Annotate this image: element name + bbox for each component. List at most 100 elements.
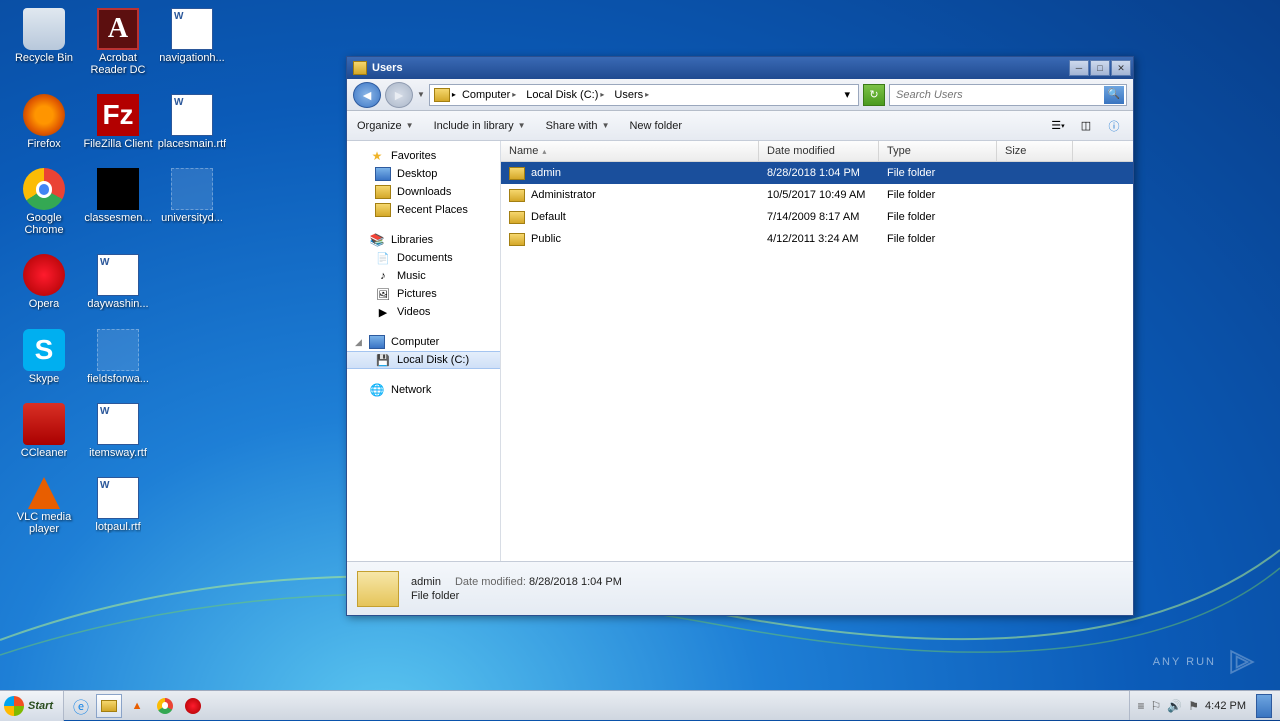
table-row[interactable]: Public4/12/2011 3:24 AMFile folder xyxy=(501,228,1133,250)
details-name: admin xyxy=(411,576,441,588)
minimize-button[interactable]: ─ xyxy=(1069,60,1089,76)
sidebar: ★Favorites Desktop Downloads Recent Plac… xyxy=(347,141,501,561)
search-input[interactable] xyxy=(892,89,1104,101)
col-type[interactable]: Type xyxy=(879,141,997,161)
opera-icon xyxy=(23,254,65,296)
window-title: Users xyxy=(372,62,1069,74)
word-icon xyxy=(171,8,213,50)
show-desktop-button[interactable] xyxy=(1256,694,1272,718)
desktop-icon-google-chrome[interactable]: Google Chrome xyxy=(8,168,80,236)
close-button[interactable]: ✕ xyxy=(1111,60,1131,76)
forward-button[interactable]: ► xyxy=(385,82,413,108)
explorer-window: Users ─ □ ✕ ◄ ► ▼ ▸ Computer▸ Local Disk… xyxy=(346,56,1134,616)
desktop-icon-acrobat-reader-dc[interactable]: AAcrobat Reader DC xyxy=(82,8,154,76)
folder-icon xyxy=(357,571,399,607)
blank-light-icon xyxy=(171,168,213,210)
new-folder-button[interactable]: New folder xyxy=(629,120,682,132)
desktop-icon-navigationh-[interactable]: navigationh... xyxy=(156,8,228,76)
watermark: ANY RUN xyxy=(1153,644,1260,680)
tray-volume-icon[interactable]: 🔊 xyxy=(1167,699,1182,713)
sidebar-item-recent[interactable]: Recent Places xyxy=(347,201,500,219)
task-vlc[interactable]: ▲ xyxy=(124,694,150,718)
desktop-icon-filezilla-client[interactable]: FzFileZilla Client xyxy=(82,94,154,150)
toolbar: Organize▼ Include in library▼ Share with… xyxy=(347,111,1133,141)
sidebar-network[interactable]: 🌐Network xyxy=(347,381,500,399)
sidebar-computer[interactable]: ◢Computer xyxy=(347,333,500,351)
col-extra[interactable] xyxy=(1073,141,1133,161)
desktop: Recycle BinAAcrobat Reader DCnavigationh… xyxy=(0,0,1280,720)
navbar: ◄ ► ▼ ▸ Computer▸ Local Disk (C:)▸ Users… xyxy=(347,79,1133,111)
desktop-icon-daywashin-[interactable]: daywashin... xyxy=(82,254,154,310)
sidebar-item-music[interactable]: ♪Music xyxy=(347,267,500,285)
breadcrumb[interactable]: ▸ Computer▸ Local Disk (C:)▸ Users▸ ▾ xyxy=(429,84,859,106)
tray-expand-icon[interactable]: ≡ xyxy=(1138,699,1145,713)
sidebar-item-pictures[interactable]: 🖼Pictures xyxy=(347,285,500,303)
folder-icon xyxy=(509,211,525,224)
col-size[interactable]: Size xyxy=(997,141,1073,161)
share-with-menu[interactable]: Share with▼ xyxy=(546,120,610,132)
col-name[interactable]: Name▴ xyxy=(501,141,759,161)
desktop-icons: Recycle BinAAcrobat Reader DCnavigationh… xyxy=(8,8,228,535)
task-opera[interactable] xyxy=(180,694,206,718)
explorer-body: ★Favorites Desktop Downloads Recent Plac… xyxy=(347,141,1133,561)
start-button[interactable]: Start xyxy=(0,691,64,721)
desktop-icon-itemsway-rtf[interactable]: itemsway.rtf xyxy=(82,403,154,459)
skype-icon: S xyxy=(23,329,65,371)
desktop-icon-vlc-media-player[interactable]: VLC media player xyxy=(8,477,80,535)
tray-flag-icon[interactable]: ⚑ xyxy=(1188,699,1199,713)
task-chrome[interactable] xyxy=(152,694,178,718)
task-ie[interactable]: ⓔ xyxy=(68,694,94,718)
desktop-icon-skype[interactable]: SSkype xyxy=(8,329,80,385)
table-row[interactable]: Default7/14/2009 8:17 AMFile folder xyxy=(501,206,1133,228)
sidebar-item-desktop[interactable]: Desktop xyxy=(347,165,500,183)
folder-icon xyxy=(509,167,525,180)
list-rows: admin8/28/2018 1:04 PMFile folderAdminis… xyxy=(501,162,1133,561)
back-button[interactable]: ◄ xyxy=(353,82,381,108)
view-options-icon[interactable]: ☰ ▾ xyxy=(1049,117,1067,135)
sidebar-libraries[interactable]: 📚Libraries xyxy=(347,231,500,249)
help-icon[interactable]: ⓘ xyxy=(1105,117,1123,135)
maximize-button[interactable]: □ xyxy=(1090,60,1110,76)
desktop-icon-placesmain-rtf[interactable]: placesmain.rtf xyxy=(156,94,228,150)
tray-action-center-icon[interactable]: ⚐ xyxy=(1151,699,1162,713)
systray: ≡ ⚐ 🔊 ⚑ 4:42 PM xyxy=(1129,691,1280,720)
sidebar-item-videos[interactable]: ▶Videos xyxy=(347,303,500,321)
taskbar-items: ⓔ ▲ xyxy=(64,694,210,718)
folder-icon xyxy=(434,88,450,102)
task-explorer[interactable] xyxy=(96,694,122,718)
desktop-icon-recycle-bin[interactable]: Recycle Bin xyxy=(8,8,80,76)
desktop-icon-firefox[interactable]: Firefox xyxy=(8,94,80,150)
folder-icon xyxy=(509,233,525,246)
word-icon xyxy=(97,477,139,519)
crumb-computer[interactable]: Computer▸ xyxy=(458,89,520,101)
search-button[interactable]: 🔍 xyxy=(1104,86,1124,104)
breadcrumb-dropdown-icon[interactable]: ▾ xyxy=(840,88,854,101)
preview-pane-icon[interactable]: ◫ xyxy=(1077,117,1095,135)
crumb-users[interactable]: Users▸ xyxy=(610,89,653,101)
sidebar-item-downloads[interactable]: Downloads xyxy=(347,183,500,201)
desktop-icon-opera[interactable]: Opera xyxy=(8,254,80,310)
include-library-menu[interactable]: Include in library▼ xyxy=(434,120,526,132)
blank-light-icon xyxy=(97,329,139,371)
titlebar[interactable]: Users ─ □ ✕ xyxy=(347,57,1133,79)
sidebar-favorites[interactable]: ★Favorites xyxy=(347,147,500,165)
desktop-icon-classesmen-[interactable]: classesmen... xyxy=(82,168,154,236)
organize-menu[interactable]: Organize▼ xyxy=(357,120,414,132)
chrome-icon xyxy=(23,168,65,210)
sidebar-item-documents[interactable]: 📄Documents xyxy=(347,249,500,267)
desktop-icon-ccleaner[interactable]: CCleaner xyxy=(8,403,80,459)
desktop-icon-universityd-[interactable]: universityd... xyxy=(156,168,228,236)
clock[interactable]: 4:42 PM xyxy=(1205,700,1246,712)
table-row[interactable]: Administrator10/5/2017 10:49 AMFile fold… xyxy=(501,184,1133,206)
window-controls: ─ □ ✕ xyxy=(1069,60,1131,76)
desktop-icon-lotpaul-rtf[interactable]: lotpaul.rtf xyxy=(82,477,154,535)
sidebar-item-local-disk[interactable]: 💾Local Disk (C:) xyxy=(347,351,500,369)
col-date[interactable]: Date modified xyxy=(759,141,879,161)
crumb-local-disk[interactable]: Local Disk (C:)▸ xyxy=(522,89,608,101)
search-box: 🔍 xyxy=(889,84,1127,106)
filezilla-icon: Fz xyxy=(97,94,139,136)
desktop-icon-fieldsforwa-[interactable]: fieldsforwa... xyxy=(82,329,154,385)
folder-icon xyxy=(509,189,525,202)
refresh-button[interactable]: ↻ xyxy=(863,84,885,106)
table-row[interactable]: admin8/28/2018 1:04 PMFile folder xyxy=(501,162,1133,184)
